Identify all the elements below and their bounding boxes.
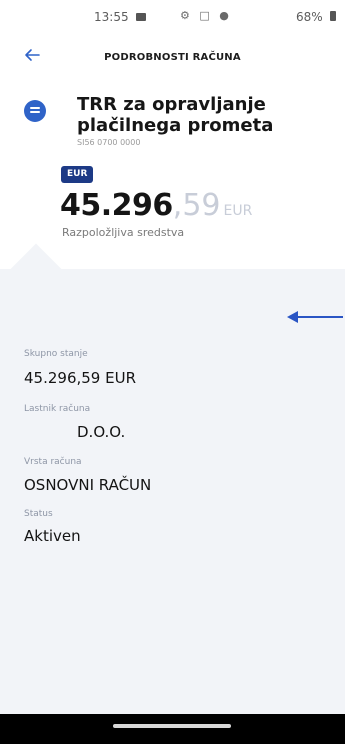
owner-label: Lastnik računa	[24, 404, 91, 414]
balance-integer: 45.296	[60, 188, 173, 223]
status-label: Status	[24, 509, 53, 519]
annotation-arrow-icon	[287, 311, 343, 323]
account-type-value: OSNOVNI RAČUN	[24, 476, 152, 494]
balance-decimal: ,59	[172, 188, 221, 223]
app-header: PODROBNOSTI RAČUNA	[0, 40, 345, 74]
balance-caption: Razpoložljiva sredstva	[62, 226, 185, 239]
home-indicator[interactable]	[113, 724, 231, 728]
account-type-label: Vrsta računa	[24, 457, 82, 467]
available-balance: 45.296,59 EUR	[60, 188, 252, 223]
status-value: Aktiven	[24, 527, 81, 545]
system-nav-bar	[0, 714, 345, 744]
status-time: 13:55	[94, 10, 129, 24]
battery-level: 68%	[296, 10, 323, 24]
currency-badge: EUR	[61, 166, 94, 183]
account-icon	[24, 100, 46, 122]
total-balance-value: 45.296,59 EUR	[24, 369, 136, 387]
panel-notch	[10, 243, 62, 295]
notification-icon	[136, 13, 146, 21]
status-icons: ⚙ □ ●	[180, 9, 232, 22]
page-title: PODROBNOSTI RAČUNA	[104, 52, 241, 63]
account-name: TRR za opravljanje plačilnega prometa	[77, 94, 274, 136]
account-iban: SI56 0700 0000	[77, 138, 141, 147]
battery-icon	[330, 11, 336, 21]
status-bar: 13:55 ⚙ □ ● 68%	[0, 0, 345, 32]
total-balance-label: Skupno stanje	[24, 349, 88, 359]
balance-currency: EUR	[223, 203, 253, 219]
owner-value: D.O.O.	[77, 423, 126, 441]
